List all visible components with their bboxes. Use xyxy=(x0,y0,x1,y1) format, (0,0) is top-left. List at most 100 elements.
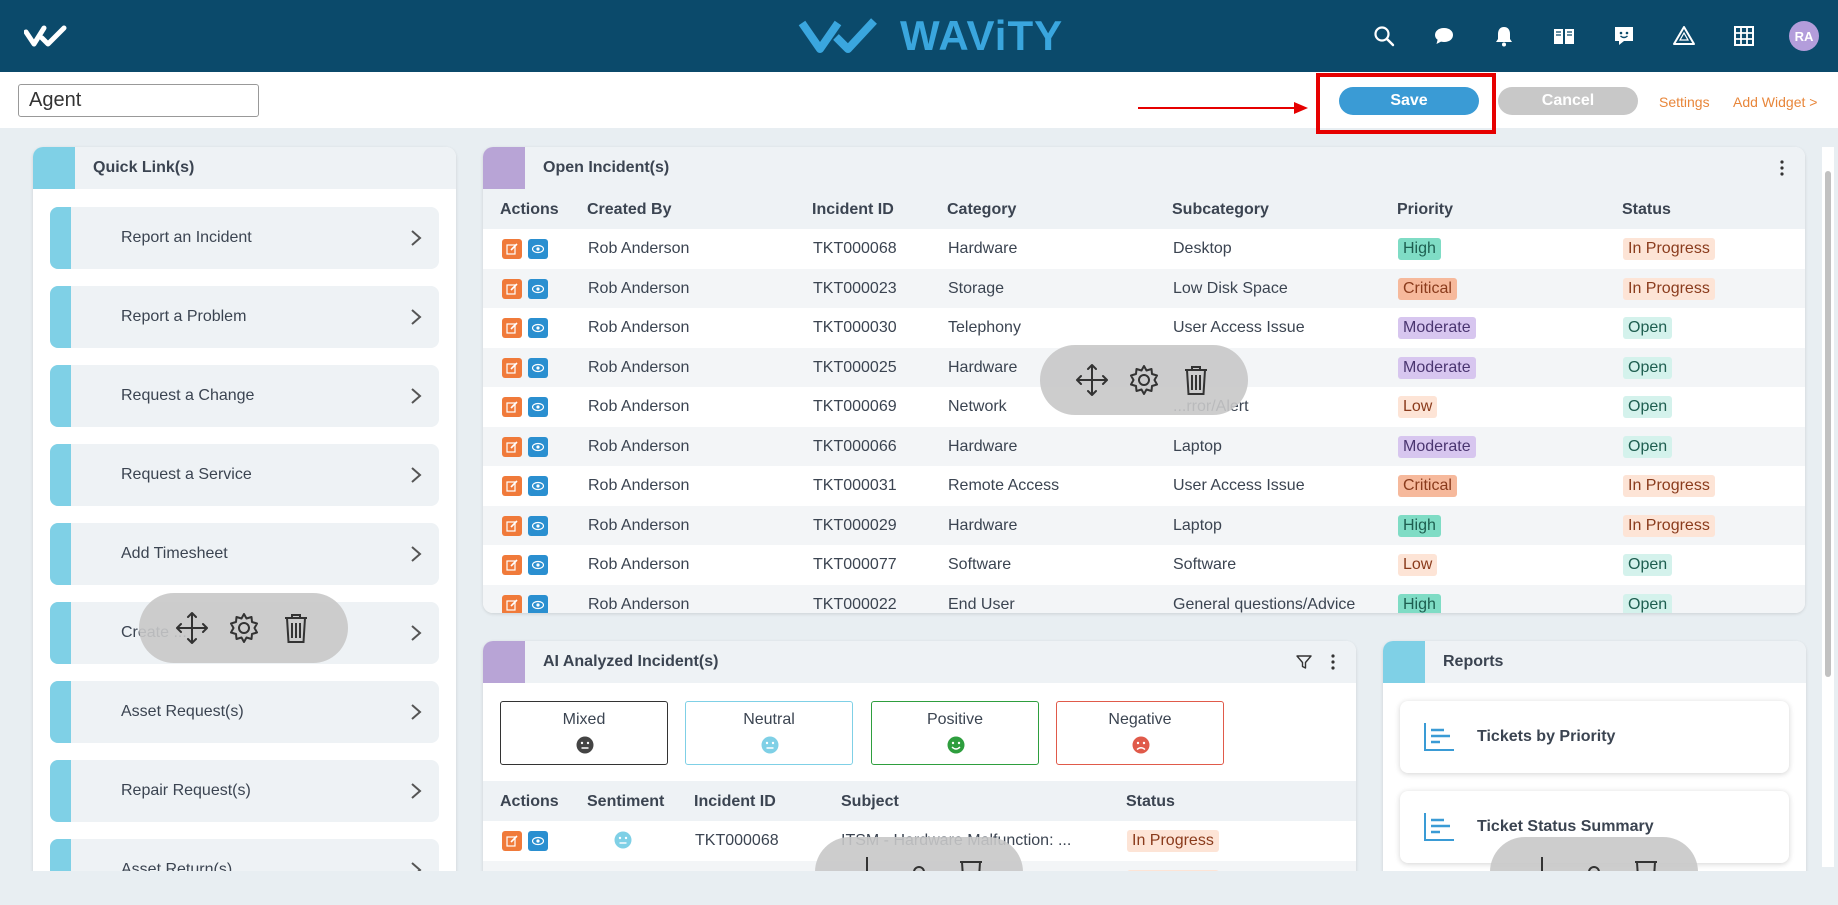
incident-id: TKT000077 xyxy=(813,556,897,573)
view-icon[interactable] xyxy=(528,239,548,259)
priority-badge: Critical xyxy=(1398,277,1457,300)
quick-link-request-change[interactable]: Request a Change xyxy=(50,365,439,427)
chevron-right-icon xyxy=(411,625,422,641)
column-header[interactable]: Incident ID xyxy=(812,201,894,219)
add-widget-link[interactable]: Add Widget > xyxy=(1733,94,1817,110)
quick-link-report-problem[interactable]: Report a Problem xyxy=(50,286,439,348)
quick-link-asset-request[interactable]: Asset Request(s) xyxy=(50,681,439,743)
grid-icon[interactable] xyxy=(1726,18,1762,54)
widget-controls-quick-links xyxy=(139,593,348,663)
table-row[interactable]: Rob Anderson TKT000077 Software Software Low… xyxy=(483,545,1805,585)
sentiment-filter-positive[interactable]: Positive xyxy=(871,701,1039,765)
view-icon[interactable] xyxy=(528,436,548,457)
view-icon[interactable] xyxy=(528,831,548,851)
view-icon[interactable] xyxy=(528,515,548,536)
chat-icon[interactable] xyxy=(1426,18,1462,54)
sentiment-filter-neutral[interactable]: Neutral xyxy=(685,701,853,765)
edit-icon[interactable] xyxy=(502,278,522,299)
column-header[interactable]: Status xyxy=(1126,793,1175,811)
edit-icon[interactable] xyxy=(502,555,522,575)
column-header[interactable]: Subject xyxy=(841,793,899,811)
column-header[interactable]: Status xyxy=(1622,201,1671,219)
edit-icon[interactable] xyxy=(502,397,522,417)
header-accent xyxy=(1383,641,1425,683)
table-row[interactable]: Rob Anderson TKT000022 End User General que… xyxy=(483,584,1805,613)
edit-icon[interactable] xyxy=(502,239,522,259)
quick-link-bar xyxy=(50,365,71,427)
incident-id: TKT000023 xyxy=(813,279,897,297)
edit-icon[interactable] xyxy=(502,357,522,378)
quick-link-repair-request[interactable]: Repair Request(s) xyxy=(50,760,439,822)
edit-icon[interactable] xyxy=(502,515,522,536)
gear-icon[interactable] xyxy=(1127,363,1161,397)
column-header[interactable]: Subcategory xyxy=(1172,201,1269,219)
page-scrollbar[interactable] xyxy=(1822,147,1834,867)
move-icon[interactable] xyxy=(1075,363,1109,397)
edit-icon[interactable] xyxy=(502,436,522,457)
brand-logo[interactable]: WAViTY xyxy=(798,12,1063,60)
cancel-button[interactable]: Cancel xyxy=(1498,87,1638,115)
sentiment-label: Positive xyxy=(926,711,984,728)
category: Storage xyxy=(948,279,1005,297)
sentiment-filter-negative[interactable]: Negative xyxy=(1056,701,1224,765)
column-header[interactable]: Category xyxy=(947,201,1016,219)
page-footer-band xyxy=(0,871,1838,905)
quick-link-report-incident[interactable]: Report an Incident xyxy=(50,207,439,269)
report-card-tickets-by-priority[interactable]: Tickets by Priority xyxy=(1400,701,1789,773)
table-row[interactable]: Rob Anderson TKT000023 Storage Low Disk Spa… xyxy=(483,268,1805,308)
view-icon[interactable] xyxy=(528,357,548,378)
quick-link-bar xyxy=(50,444,71,506)
created-by: Rob Anderson xyxy=(588,516,690,534)
priority-badge: Moderate xyxy=(1398,435,1476,458)
save-button[interactable]: Save xyxy=(1339,87,1479,115)
filter-icon[interactable] xyxy=(1296,654,1312,670)
trash-icon[interactable] xyxy=(1179,363,1213,397)
view-icon[interactable] xyxy=(528,594,548,613)
more-options-icon[interactable] xyxy=(1324,653,1342,671)
table-row[interactable]: Rob Anderson TKT000031 Remote Access User A… xyxy=(483,466,1805,506)
quick-link-request-service[interactable]: Request a Service xyxy=(50,444,439,506)
search-icon[interactable] xyxy=(1366,18,1402,54)
gear-icon[interactable] xyxy=(227,611,261,645)
chevron-right-icon xyxy=(411,230,422,246)
sentiment-filter-mixed[interactable]: Mixed xyxy=(500,701,668,765)
book-icon[interactable] xyxy=(1546,18,1582,54)
trash-icon[interactable] xyxy=(279,611,313,645)
feedback-icon[interactable] xyxy=(1606,18,1642,54)
column-header[interactable]: Priority xyxy=(1397,201,1453,219)
edit-icon[interactable] xyxy=(502,594,522,613)
scrollbar-thumb[interactable] xyxy=(1825,171,1831,677)
table-row[interactable]: Rob Anderson TKT000066 Hardware Laptop Moder… xyxy=(483,426,1805,466)
category: End User xyxy=(948,595,1015,613)
edit-icon[interactable] xyxy=(502,476,522,496)
nav-icons: RA xyxy=(1366,18,1822,54)
priority-badge: High xyxy=(1398,238,1441,260)
priority-badge: Low xyxy=(1398,396,1438,418)
top-navbar: WAViTY RA xyxy=(0,0,1838,72)
more-options-icon[interactable] xyxy=(1773,159,1791,177)
incident-id: TKT000025 xyxy=(813,358,897,376)
table-row[interactable]: Rob Anderson TKT000029 Hardware Laptop High I… xyxy=(483,505,1805,545)
user-avatar[interactable]: RA xyxy=(1786,18,1822,54)
edit-icon[interactable] xyxy=(502,318,522,338)
view-icon[interactable] xyxy=(528,397,548,417)
edit-icon[interactable] xyxy=(502,831,522,851)
column-header[interactable]: Created By xyxy=(587,201,671,219)
settings-link[interactable]: Settings xyxy=(1659,94,1710,110)
view-icon[interactable] xyxy=(528,555,548,575)
view-icon[interactable] xyxy=(528,278,548,299)
alert-triangle-icon[interactable] xyxy=(1666,18,1702,54)
table-row[interactable]: Rob Anderson TKT000030 Telephony User Acces… xyxy=(483,308,1805,348)
view-icon[interactable] xyxy=(528,318,548,338)
created-by: Rob Anderson xyxy=(588,240,690,257)
home-logo-icon[interactable] xyxy=(24,22,72,50)
dashboard-name-input[interactable] xyxy=(18,84,259,117)
status-badge: In Progress xyxy=(1127,830,1219,852)
move-icon[interactable] xyxy=(175,611,209,645)
column-header[interactable]: Sentiment xyxy=(587,793,664,811)
table-row[interactable]: Rob Anderson TKT000068 Hardware Desktop High… xyxy=(483,229,1805,269)
bell-icon[interactable] xyxy=(1486,18,1522,54)
view-icon[interactable] xyxy=(528,476,548,496)
quick-link-add-timesheet[interactable]: Add Timesheet xyxy=(50,523,439,585)
column-header[interactable]: Incident ID xyxy=(694,793,776,811)
